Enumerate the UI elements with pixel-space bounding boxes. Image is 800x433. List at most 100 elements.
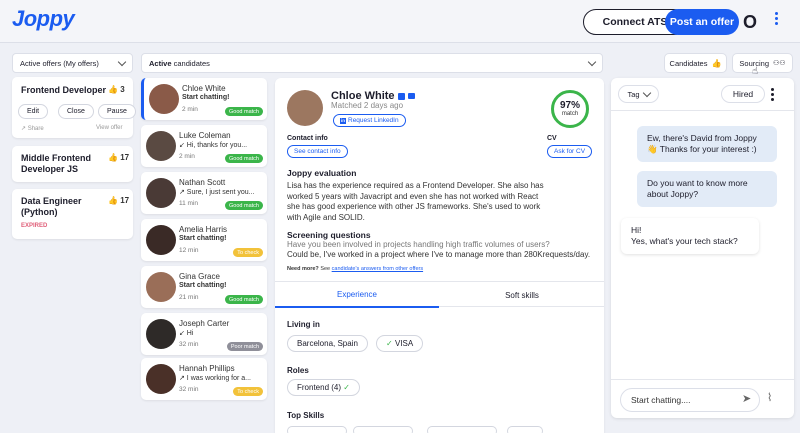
candidates-view-button[interactable]: Candidates 👍 [664, 53, 727, 73]
top-skills-title: Top Skills [287, 411, 325, 420]
offer-card-frontend[interactable]: Frontend Developer 👍 3 Edit Close Pause … [12, 77, 136, 138]
sourcing-view-button[interactable]: Sourcing ⚇⚇ [732, 53, 793, 73]
candidate-name: Amelia Harris [179, 225, 228, 234]
candidate-name: Hannah Phillips [179, 364, 235, 373]
candidate-card[interactable]: Chloe White Start chatting! 2 min Good matc… [141, 78, 267, 120]
need-more-bold: Need more? [287, 266, 319, 272]
candidate-time: 21 min [179, 294, 199, 301]
candidate-name: Nathan Scott [179, 178, 226, 187]
candidate-last-message: Start chatting! [179, 235, 227, 242]
request-linkedin-label: Request LinkedIn [348, 117, 399, 124]
skill-chip [353, 426, 413, 433]
linkedin-icon: in [340, 118, 346, 124]
offer-card-data-engineer[interactable]: Data Engineer (Python) 👍 17 EXPIRED [12, 189, 133, 239]
offers-filter-dropdown[interactable]: Active offers (My offers) [12, 53, 133, 73]
candidate-card[interactable]: Luke Coleman ↙ Hi, thanks for you... 2 min… [141, 125, 267, 167]
chat-input[interactable]: Start chatting.... [620, 388, 760, 412]
candidate-avatar [146, 178, 176, 208]
ask-cv-button[interactable]: Ask for CV [547, 145, 593, 158]
candidate-name: Luke Coleman [179, 131, 231, 140]
candidate-card[interactable]: Joseph Carter ↙ Hi 32 min Poor match [141, 313, 267, 355]
check-icon: ✓ [343, 383, 350, 392]
thumbs-up-icon: 👍 [108, 196, 118, 205]
candidate-avatar [146, 131, 176, 161]
tag-dropdown[interactable]: Tag [618, 85, 659, 103]
evaluation-text: Lisa has the experience required as a Fr… [287, 181, 544, 222]
mail-icon [407, 93, 415, 100]
need-more-text: Need more? See candidate's answers from … [287, 266, 423, 272]
contact-info-label: Contact info [287, 135, 328, 142]
candidates-filter-label: Active candidates [149, 59, 210, 68]
tab-soft-skills[interactable]: Soft skills [440, 282, 604, 308]
header-menu-icon[interactable] [773, 12, 779, 25]
visa-label: VISA [394, 339, 414, 348]
chat-message-recruiter: Ew, there's David from Joppy 👋 Thanks fo… [637, 126, 777, 162]
chat-message-candidate: Hi! Yes, what's your tech stack? [621, 218, 759, 254]
roles-title: Roles [287, 366, 309, 375]
candidate-last-message: ↙ Hi [179, 330, 194, 337]
chat-message-line: Hi! [631, 225, 642, 235]
chat-footer-divider [611, 379, 794, 380]
request-linkedin-button[interactable]: in Request LinkedIn [333, 114, 406, 127]
offer-title: Frontend Developer [21, 85, 107, 95]
offer-count: 👍 17 [108, 153, 129, 162]
paperclip-icon[interactable]: ⌇ [767, 391, 772, 404]
match-badge: Good match [225, 154, 263, 163]
chat-menu-icon[interactable] [769, 88, 775, 101]
offer-card-middle-frontend[interactable]: Middle Frontend Developer JS 👍 17 [12, 146, 133, 182]
candidate-last-message: ↗ Sure, I just sent you... [179, 189, 255, 196]
role-chip-label: Frontend (4) [297, 383, 342, 392]
offer-count-value: 3 [120, 85, 125, 94]
close-offer-button[interactable]: Close [58, 104, 94, 119]
skill-chip [507, 426, 543, 433]
candidate-last-message: Start chatting! [179, 282, 227, 289]
cv-label: CV [547, 135, 557, 142]
detail-tabs: Experience Soft skills [275, 281, 604, 308]
user-avatar[interactable]: O [743, 12, 757, 33]
hired-button[interactable]: Hired [721, 85, 765, 103]
joppy-logo[interactable]: Joppy [12, 6, 75, 32]
post-offer-button[interactable]: Post an offer [665, 9, 739, 35]
tab-experience[interactable]: Experience [275, 282, 439, 308]
candidate-card[interactable]: Nathan Scott ↗ Sure, I just sent you... 11… [141, 172, 267, 214]
match-badge: To check [233, 248, 263, 257]
candidates-filter-dropdown[interactable]: Active candidates [141, 53, 603, 73]
people-icon: ⚇⚇ [773, 60, 786, 67]
skill-chip [287, 426, 347, 433]
candidate-card[interactable]: Amelia Harris Start chatting! 12 min To che… [141, 219, 267, 261]
visa-chip: ✓ VISA [376, 335, 424, 352]
match-badge: To check [233, 387, 263, 396]
candidates-view-label: Candidates [669, 58, 708, 68]
need-more-see: See [318, 266, 332, 272]
thumbs-up-icon: 👍 [108, 153, 118, 162]
pause-offer-button[interactable]: Pause [98, 104, 136, 119]
offer-count: 👍 3 [108, 85, 125, 94]
matched-date: Matched 2 days ago [331, 101, 404, 110]
candidate-last-message: ↗ I was working for a... [179, 375, 251, 382]
offer-title: Middle Frontend Developer JS [21, 153, 91, 174]
candidates-filter-bold: Active [149, 58, 172, 68]
candidate-avatar [146, 364, 176, 394]
offer-status-badge: EXPIRED [21, 223, 48, 229]
candidate-card[interactable]: Gina Grace Start chatting! 21 min Good matc… [141, 266, 267, 308]
city-chip: Barcelona, Spain [287, 335, 368, 352]
share-offer-link[interactable]: ↗ Share [21, 125, 44, 132]
screening-question: Have you been involved in projects handl… [287, 240, 550, 249]
other-answers-link[interactable]: candidate's answers from other offers [332, 266, 423, 272]
share-label: Share [27, 126, 44, 132]
view-offer-link[interactable]: View offer [96, 125, 122, 131]
match-score: 97% [559, 100, 580, 111]
see-contact-button[interactable]: See contact info [287, 145, 348, 158]
match-badge: Good match [225, 107, 263, 116]
screening-title: Screening questions [287, 230, 371, 240]
cursor-hand-icon: ☝ [752, 66, 759, 77]
candidate-avatar [146, 319, 176, 349]
thumbs-up-icon: 👍 [711, 58, 722, 68]
edit-offer-button[interactable]: Edit [18, 104, 49, 119]
send-icon[interactable]: ➤ [742, 392, 751, 405]
chat-divider [611, 110, 794, 111]
candidate-time: 32 min [179, 341, 199, 348]
match-badge: Poor match [226, 342, 263, 351]
candidate-time: 32 min [179, 386, 199, 393]
candidate-card[interactable]: Hannah Phillips ↗ I was working for a... 3… [141, 358, 267, 400]
